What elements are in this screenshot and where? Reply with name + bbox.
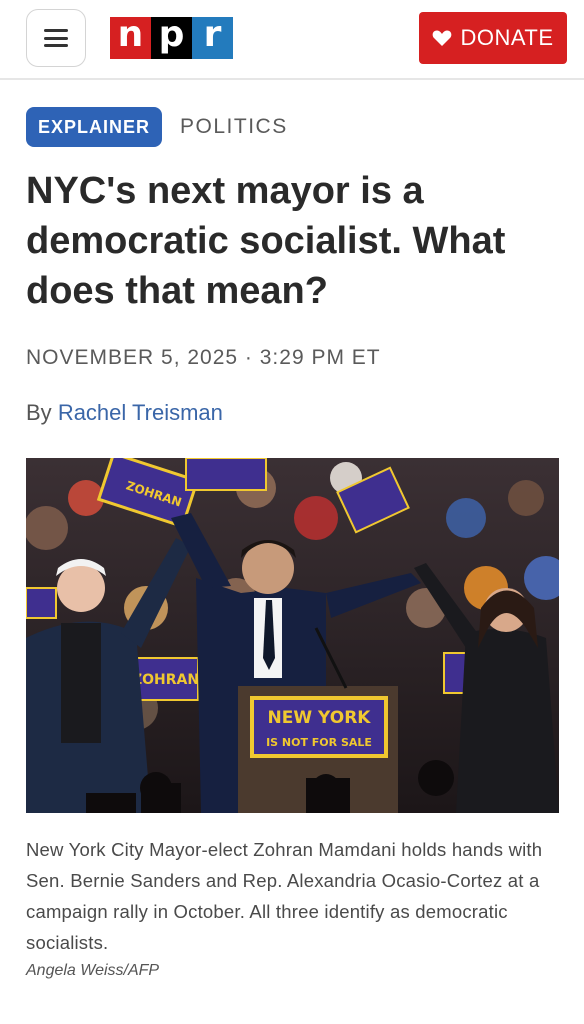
rally-photo: ZOHRAN ZOHRAN NEW YORK IS NOT FOR SALE (26, 458, 559, 813)
logo-letter-n: n (110, 17, 151, 59)
logo-letter-r: r (192, 17, 233, 59)
author-link[interactable]: Rachel Treisman (58, 400, 223, 425)
tag-politics[interactable]: POLITICS (180, 115, 288, 139)
article-dateline: NOVEMBER 5, 2025 · 3:29 PM ET (26, 346, 381, 369)
tag-explainer[interactable]: EXPLAINER (26, 107, 163, 147)
hamburger-menu-icon (44, 29, 68, 47)
podium-sign-bottom: IS NOT FOR SALE (266, 736, 372, 749)
podium-sign-top: NEW YORK (268, 708, 372, 728)
photo-caption: New York City Mayor-elect Zohran Mamdani… (26, 839, 543, 953)
top-navigation-bar: n p r DONATE (0, 0, 584, 80)
byline-prefix: By (26, 400, 52, 425)
logo-letter-p: p (151, 17, 192, 59)
article-byline: By Rachel Treisman (26, 400, 223, 426)
photo-credit: Angela Weiss/AFP (26, 962, 160, 979)
donate-button[interactable]: DONATE (419, 12, 567, 64)
npr-logo[interactable]: n p r (110, 17, 233, 59)
article-tags: EXPLAINER POLITICS (26, 107, 288, 147)
article-headline: NYC's next mayor is a democratic sociali… (26, 170, 506, 312)
heart-icon (433, 30, 452, 46)
donate-label: DONATE (460, 25, 554, 50)
article-photo[interactable]: ZOHRAN ZOHRAN NEW YORK IS NOT FOR SALE (26, 458, 559, 813)
crowd-sign-text-2: ZOHRAN (132, 672, 199, 688)
menu-button[interactable] (26, 9, 86, 67)
